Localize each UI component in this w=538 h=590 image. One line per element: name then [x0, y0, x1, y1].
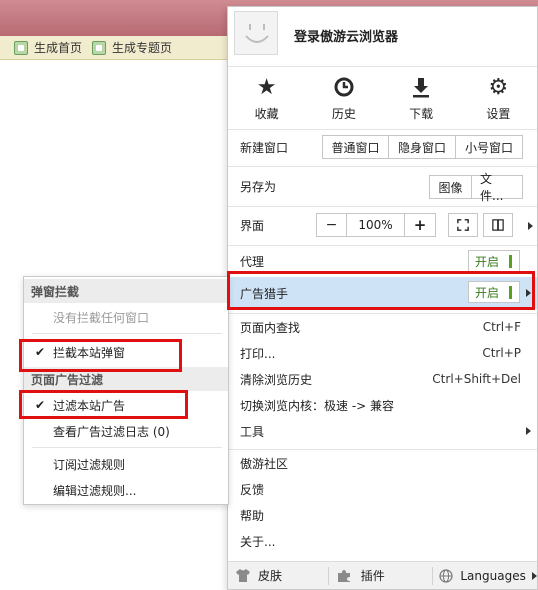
help-item[interactable]: 帮助	[228, 503, 537, 527]
bookmark-label: 生成首页	[34, 41, 83, 55]
popup-block-header: 弹窗拦截	[24, 279, 228, 303]
history-button[interactable]: 历史	[305, 68, 382, 129]
about-item[interactable]: 关于...	[228, 529, 537, 553]
new-window-label: 新建窗口	[240, 140, 289, 155]
private-window-button[interactable]: 隐身窗口	[389, 136, 456, 158]
skin-button[interactable]: 皮肤	[228, 562, 328, 589]
clear-history-item[interactable]: 清除浏览历史 Ctrl+Shift+Del	[228, 367, 537, 391]
divider	[228, 166, 537, 167]
fullscreen-button[interactable]	[449, 214, 477, 236]
zoom-level[interactable]: 100%	[347, 214, 405, 236]
save-file-button[interactable]: 文件...	[472, 172, 522, 203]
bookmarks-bar: 生成首页 生成专题页	[0, 36, 230, 60]
plugins-label: 插件	[360, 569, 385, 583]
no-popups-item: 没有拦截任何窗口	[53, 310, 150, 325]
divider	[228, 206, 537, 207]
divider	[32, 447, 222, 448]
bookmark-page-icon	[14, 40, 28, 55]
tools-item[interactable]: 工具	[228, 419, 537, 443]
split-view-button[interactable]	[484, 214, 512, 236]
downloads-label: 下载	[409, 107, 434, 121]
globe-icon	[439, 568, 453, 583]
switch-core-label: 切换浏览内核：极速 -> 兼容	[240, 398, 395, 413]
annotation-box	[19, 339, 182, 372]
star-icon: ★	[256, 74, 277, 100]
find-shortcut: Ctrl+F	[482, 320, 521, 334]
chevron-right-icon[interactable]	[528, 222, 533, 230]
proxy-toggle[interactable]: 开启	[468, 250, 520, 272]
shirt-icon	[236, 569, 250, 582]
normal-window-button[interactable]: 普通窗口	[323, 136, 389, 158]
feedback-item[interactable]: 反馈	[228, 477, 537, 501]
view-ad-filter-log-item[interactable]: 查看广告过滤日志 (0)	[24, 419, 228, 443]
clock-icon	[332, 75, 356, 99]
smiley-icon	[245, 24, 269, 43]
zoom-controls: − 100% +	[316, 213, 436, 237]
clear-history-shortcut: Ctrl+Shift+Del	[432, 372, 521, 386]
subscribe-rules-item[interactable]: 订阅过滤规则	[24, 452, 228, 476]
bookmark-item[interactable]: 生成专题页	[92, 39, 172, 56]
divider	[32, 333, 222, 334]
login-link[interactable]: 登录傲游云浏览器	[294, 26, 398, 45]
split-view-icon	[492, 219, 504, 231]
fullscreen-icon	[457, 219, 469, 231]
menu-footer: 皮肤 插件 Languages	[228, 561, 537, 589]
download-icon	[409, 75, 433, 99]
print-label: 打印...	[240, 346, 276, 361]
divider	[228, 449, 537, 450]
bookmark-label: 生成专题页	[112, 41, 173, 55]
languages-label: Languages	[460, 568, 526, 583]
settings-label: 设置	[486, 107, 511, 121]
bookmark-item[interactable]: 生成首页	[14, 39, 82, 56]
bookmark-page-icon	[92, 40, 107, 55]
community-item[interactable]: 傲游社区	[228, 451, 537, 475]
new-window-buttons: 普通窗口 隐身窗口 小号窗口	[322, 135, 523, 159]
avatar[interactable]	[234, 11, 278, 55]
plugins-button[interactable]: 插件	[329, 562, 433, 589]
favorites-label: 收藏	[254, 107, 279, 121]
settings-button[interactable]: ⚙ 设置	[460, 68, 537, 129]
about-label: 关于...	[240, 534, 276, 549]
toggle-indicator	[509, 255, 512, 268]
help-label: 帮助	[240, 508, 265, 523]
tools-label: 工具	[240, 424, 265, 439]
print-item[interactable]: 打印... Ctrl+P	[228, 341, 537, 365]
zoom-out-button[interactable]: −	[317, 214, 347, 236]
switch-core-item[interactable]: 切换浏览内核：极速 -> 兼容	[228, 393, 537, 417]
skin-label: 皮肤	[258, 569, 283, 583]
save-as-buttons: 图像 文件...	[429, 172, 523, 203]
save-as-label: 另存为	[240, 179, 277, 194]
annotation-box	[227, 271, 535, 310]
chevron-right-icon	[531, 571, 537, 580]
alt-account-window-button[interactable]: 小号窗口	[456, 136, 522, 158]
annotation-box	[19, 390, 188, 419]
zoom-in-button[interactable]: +	[405, 214, 435, 236]
quick-actions: ★ 收藏 历史 下载 ⚙ 设置	[228, 68, 537, 130]
proxy-toggle-label: 开启	[475, 254, 500, 269]
interface-label: 界面	[240, 218, 265, 233]
gear-icon: ⚙	[488, 74, 509, 100]
divider	[228, 313, 537, 314]
print-shortcut: Ctrl+P	[482, 346, 521, 360]
puzzle-icon	[337, 569, 350, 582]
account-header[interactable]: 登录傲游云浏览器	[228, 7, 537, 67]
favorites-button[interactable]: ★ 收藏	[228, 68, 305, 129]
proxy-label: 代理	[240, 254, 265, 269]
divider	[228, 245, 537, 246]
history-label: 历史	[331, 107, 356, 121]
view-mode-buttons-2	[483, 213, 513, 237]
chevron-right-icon[interactable]	[526, 427, 531, 435]
clear-history-label: 清除浏览历史	[240, 372, 313, 387]
find-in-page-item[interactable]: 页面内查找 Ctrl+F	[228, 315, 537, 339]
feedback-label: 反馈	[240, 482, 265, 497]
view-mode-buttons	[448, 213, 478, 237]
edit-rules-item[interactable]: 编辑过滤规则...	[24, 478, 228, 502]
save-image-button[interactable]: 图像	[430, 176, 472, 198]
find-label: 页面内查找	[240, 320, 301, 335]
languages-button[interactable]: Languages	[433, 562, 537, 589]
downloads-button[interactable]: 下载	[383, 68, 460, 129]
community-label: 傲游社区	[240, 456, 289, 471]
